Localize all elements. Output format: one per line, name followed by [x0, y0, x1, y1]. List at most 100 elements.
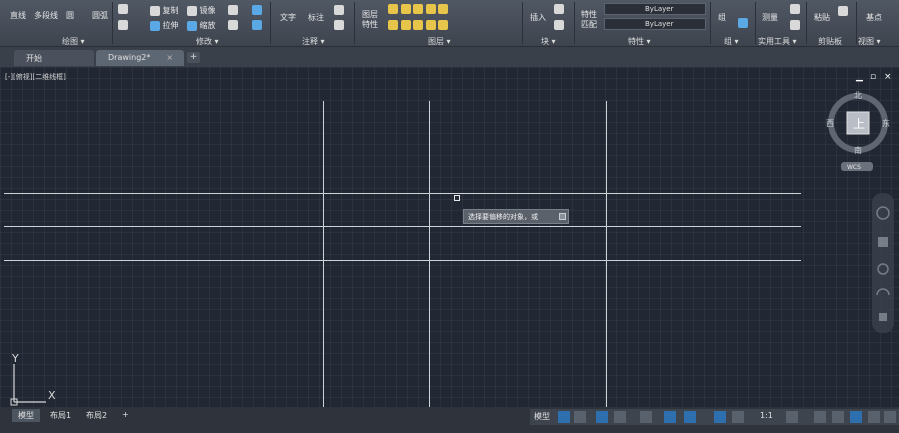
- pan-icon[interactable]: [878, 237, 888, 247]
- erase-icon[interactable]: [252, 5, 262, 15]
- drawing-canvas[interactable]: [-][俯视][二维线框] ▁ ▫ × 选择要偏移的对象，或 Y X 上 北 南…: [0, 67, 899, 407]
- viewport-controls-label[interactable]: [-][俯视][二维线框]: [5, 72, 66, 82]
- panel-label-annotation[interactable]: 注释 ▾: [302, 36, 325, 47]
- create-block-icon[interactable]: [554, 4, 564, 14]
- stretch-button[interactable]: 拉伸: [150, 20, 179, 31]
- annotation-visibility-icon[interactable]: [714, 411, 726, 423]
- panel-label-block[interactable]: 块 ▾: [541, 36, 556, 47]
- explode-icon[interactable]: [252, 20, 262, 30]
- horizontal-line-1[interactable]: [4, 193, 801, 194]
- linetype-dropdown[interactable]: ByLayer: [604, 18, 706, 30]
- grid-toggle-icon[interactable]: [558, 411, 570, 423]
- vertical-line-1[interactable]: [323, 101, 324, 407]
- panel-label-utilities[interactable]: 实用工具 ▾: [758, 36, 797, 47]
- copy-clip-icon[interactable]: [838, 6, 848, 16]
- paste-button[interactable]: 粘贴: [814, 12, 830, 23]
- layer-tool-icons-row-2[interactable]: [388, 20, 449, 30]
- scale-button[interactable]: 缩放: [187, 20, 216, 31]
- customize-menu-icon[interactable]: [884, 411, 896, 423]
- select-tool-icon[interactable]: [118, 20, 128, 30]
- polyline-tool-button[interactable]: 多段线: [34, 10, 58, 21]
- snap-toggle-icon[interactable]: [574, 411, 586, 423]
- compass-west-label[interactable]: 西: [826, 119, 834, 128]
- color-dropdown[interactable]: ByLayer: [604, 3, 706, 15]
- steering-wheel-icon[interactable]: [876, 206, 890, 220]
- ucs-icon: Y X: [10, 352, 56, 406]
- panel-label-clipboard[interactable]: 剪贴板: [818, 36, 842, 47]
- utility-add-icon[interactable]: [790, 4, 800, 14]
- new-tab-button[interactable]: +: [187, 52, 200, 63]
- workspace-gear-icon[interactable]: [786, 411, 798, 423]
- status-bar: 模型 1:1: [530, 409, 899, 425]
- close-tab-icon[interactable]: ×: [166, 53, 173, 62]
- command-tooltip: 选择要偏移的对象，或: [463, 209, 569, 224]
- viewcube[interactable]: 上 北 南 西 东 WCS: [822, 90, 892, 175]
- panel-label-layers[interactable]: 图层 ▾: [428, 36, 451, 47]
- dimension-button[interactable]: 标注: [308, 12, 324, 23]
- layer-properties-button[interactable]: 图层特性: [362, 10, 382, 30]
- compass-south-label[interactable]: 南: [854, 145, 862, 155]
- tab-start[interactable]: 开始: [14, 50, 94, 66]
- ucs-x-label: X: [48, 389, 56, 402]
- viewport-restore-icon[interactable]: ▫: [870, 72, 876, 82]
- file-tab-bar: 开始 Drawing2* ×: [0, 47, 899, 67]
- object-snap-icon[interactable]: [684, 411, 696, 423]
- utility-calc-icon[interactable]: [790, 20, 800, 30]
- tooltip-option-icon[interactable]: [559, 213, 566, 220]
- model-space-button[interactable]: 模型: [534, 411, 550, 423]
- auto-scale-icon[interactable]: [732, 411, 744, 423]
- arc-tool-button[interactable]: 圆弧: [92, 10, 108, 21]
- polar-tracking-icon[interactable]: [614, 411, 626, 423]
- group-button[interactable]: 组: [718, 12, 726, 23]
- showmotion-icon[interactable]: [879, 313, 887, 321]
- clean-screen-icon[interactable]: [868, 411, 880, 423]
- navigation-bar[interactable]: [872, 193, 894, 333]
- edit-block-icon[interactable]: [554, 20, 564, 30]
- isolate-objects-icon[interactable]: [850, 411, 862, 423]
- tab-drawing2[interactable]: Drawing2* ×: [96, 50, 184, 66]
- mirror-button[interactable]: 镜像: [187, 5, 216, 16]
- units-icon[interactable]: [832, 411, 844, 423]
- panel-label-view[interactable]: 视图 ▾: [858, 36, 881, 47]
- tab-model[interactable]: 模型: [12, 409, 40, 422]
- line-tool-button[interactable]: 直线: [10, 10, 26, 21]
- base-point-button[interactable]: 基点: [866, 12, 882, 23]
- leader-icon[interactable]: [334, 5, 344, 15]
- circle-tool-button[interactable]: 圆: [66, 10, 74, 21]
- fillet-icon[interactable]: [228, 5, 238, 15]
- viewport-close-icon[interactable]: ×: [884, 72, 892, 82]
- object-snap-tracking-icon[interactable]: [664, 411, 676, 423]
- copy-button[interactable]: 复制: [150, 5, 179, 16]
- ortho-toggle-icon[interactable]: [596, 411, 608, 423]
- horizontal-line-2[interactable]: [4, 226, 801, 227]
- array-icon[interactable]: [228, 20, 238, 30]
- add-layout-button[interactable]: +: [116, 409, 135, 422]
- panel-label-modify[interactable]: 修改 ▾: [196, 36, 219, 47]
- vertical-line-2[interactable]: [429, 101, 430, 407]
- compass-north-label[interactable]: 北: [854, 91, 862, 100]
- tab-layout1[interactable]: 布局1: [44, 409, 77, 422]
- vertical-line-3[interactable]: [606, 101, 607, 407]
- annotation-monitor-icon[interactable]: [814, 411, 826, 423]
- viewcube-top-label: 上: [853, 117, 865, 131]
- compass-east-label[interactable]: 东: [882, 118, 890, 128]
- insert-button[interactable]: 插入: [530, 12, 546, 23]
- panel-label-groups[interactable]: 组 ▾: [724, 36, 739, 47]
- measure-button[interactable]: 测量: [762, 12, 778, 23]
- zoom-icon[interactable]: [877, 263, 889, 275]
- panel-label-draw[interactable]: 绘图 ▾: [62, 36, 85, 47]
- ucs-y-label: Y: [11, 352, 19, 365]
- tab-layout2[interactable]: 布局2: [80, 409, 113, 422]
- panel-label-properties[interactable]: 特性 ▾: [628, 36, 651, 47]
- viewport-minimize-icon[interactable]: ▁: [856, 72, 863, 82]
- view-tool-icon[interactable]: [118, 4, 128, 14]
- annotation-scale[interactable]: 1:1: [760, 411, 773, 423]
- horizontal-line-3[interactable]: [4, 260, 801, 261]
- layer-tool-icons-row-1[interactable]: [388, 4, 449, 14]
- match-properties-button[interactable]: 特性匹配: [581, 10, 601, 30]
- group-select-icon[interactable]: [738, 18, 748, 28]
- text-button[interactable]: 文字: [280, 12, 296, 23]
- orbit-icon[interactable]: [876, 288, 890, 296]
- table-icon[interactable]: [334, 20, 344, 30]
- isometric-drafting-icon[interactable]: [640, 411, 652, 423]
